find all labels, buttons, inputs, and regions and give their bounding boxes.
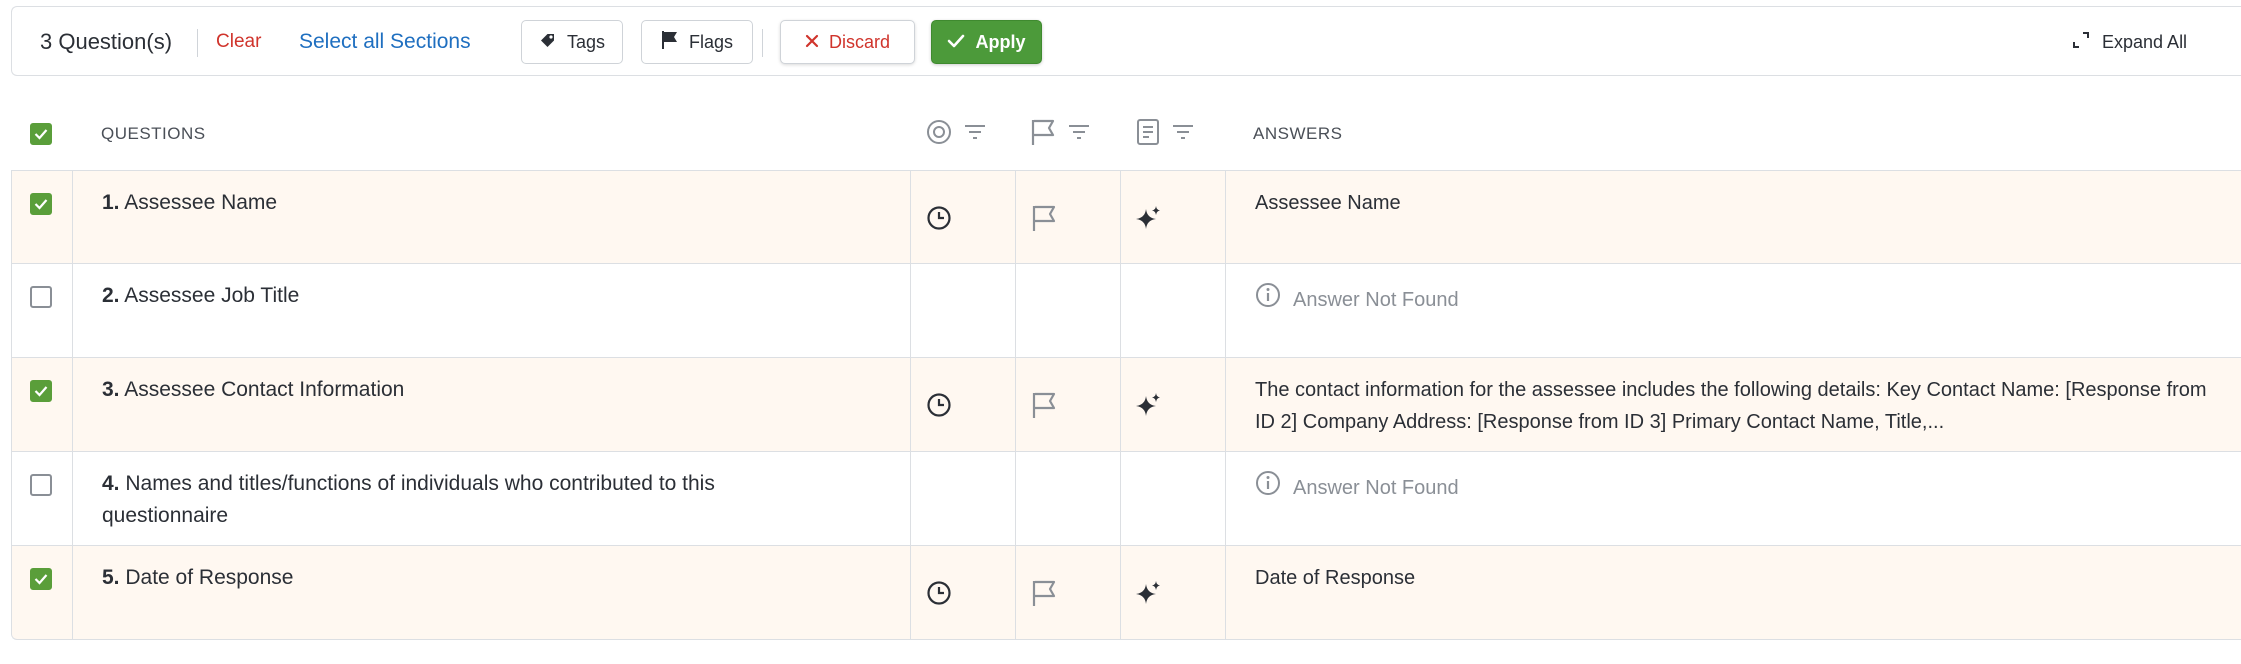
tag-icon xyxy=(539,31,557,54)
answer-text: Assessee Name xyxy=(1255,192,1401,214)
question-text: Assessee Name xyxy=(124,191,278,214)
answer-text: Date of Response xyxy=(1255,567,1416,589)
select-all-checkbox[interactable] xyxy=(30,123,52,145)
question-number: 1. xyxy=(102,191,120,214)
flags-button[interactable]: Flags xyxy=(641,20,753,64)
document-column-header[interactable] xyxy=(1136,110,1194,158)
flags-button-label: Flags xyxy=(688,31,733,52)
flag-outline-icon[interactable] xyxy=(1029,390,1059,420)
target-icon xyxy=(926,119,952,150)
close-icon xyxy=(805,32,819,53)
apply-button-label: Apply xyxy=(975,31,1026,52)
check-icon xyxy=(947,32,965,53)
clear-button[interactable]: Clear xyxy=(216,7,261,77)
question-number: 5. xyxy=(102,566,120,589)
divider xyxy=(197,29,198,57)
info-icon xyxy=(1255,470,1281,506)
question-text: Names and titles/functions of individual… xyxy=(102,472,715,527)
clock-icon[interactable] xyxy=(924,578,954,608)
row-checkbox[interactable] xyxy=(30,568,52,590)
flag-outline-icon[interactable] xyxy=(1029,578,1059,608)
flag-column-header[interactable] xyxy=(1030,110,1090,158)
discard-button[interactable]: Discard xyxy=(780,20,915,64)
question-text: Assessee Job Title xyxy=(124,284,300,307)
tags-button[interactable]: Tags xyxy=(521,20,623,64)
ai-sparkle-icon[interactable] xyxy=(1134,578,1164,608)
tags-button-label: Tags xyxy=(566,31,606,52)
status-column-header[interactable] xyxy=(926,110,986,158)
flag-icon xyxy=(661,30,679,55)
table-row[interactable]: 4. Names and titles/functions of individ… xyxy=(11,452,2241,546)
table-row[interactable]: 1. Assessee Name Assessee Name xyxy=(11,170,2241,264)
filter-icon[interactable] xyxy=(1068,124,1090,145)
ai-sparkle-icon[interactable] xyxy=(1134,203,1164,233)
question-number: 3. xyxy=(102,378,120,401)
expand-all-button[interactable]: Expand All xyxy=(2072,7,2187,77)
answer-not-found: Answer Not Found xyxy=(1255,282,2215,318)
ai-sparkle-icon[interactable] xyxy=(1134,390,1164,420)
row-checkbox[interactable] xyxy=(30,380,52,402)
row-checkbox[interactable] xyxy=(30,286,52,308)
divider xyxy=(762,29,763,57)
select-all-sections-link[interactable]: Select all Sections xyxy=(299,7,471,77)
row-checkbox[interactable] xyxy=(30,193,52,215)
filter-icon[interactable] xyxy=(964,124,986,145)
question-text: Date of Response xyxy=(125,566,294,589)
questions-table: 1. Assessee Name Assessee Name 2. Assess… xyxy=(11,170,2241,640)
flag-outline-icon xyxy=(1030,118,1056,151)
action-toolbar: 3 Question(s) Clear Select all Sections … xyxy=(11,6,2241,76)
answer-not-found: Answer Not Found xyxy=(1255,470,2215,506)
question-text: Assessee Contact Information xyxy=(124,378,405,401)
question-count: 3 Question(s) xyxy=(40,29,173,54)
info-icon xyxy=(1255,282,1281,318)
question-number: 2. xyxy=(102,284,120,307)
table-row[interactable]: 2. Assessee Job Title Answer Not Found xyxy=(11,264,2241,358)
row-checkbox[interactable] xyxy=(30,474,52,496)
apply-button[interactable]: Apply xyxy=(931,20,1042,64)
table-row[interactable]: 5. Date of Response Date of Response xyxy=(11,546,2241,640)
filter-icon[interactable] xyxy=(1172,124,1194,145)
discard-button-label: Discard xyxy=(828,31,890,52)
questions-column-header: QUESTIONS xyxy=(101,124,206,143)
answer-text: Answer Not Found xyxy=(1293,477,1459,499)
clock-icon[interactable] xyxy=(924,203,954,233)
answer-text: Answer Not Found xyxy=(1293,289,1459,311)
question-number: 4. xyxy=(102,472,120,495)
flag-outline-icon[interactable] xyxy=(1029,203,1059,233)
expand-all-label: Expand All xyxy=(2102,31,2188,52)
document-icon xyxy=(1136,118,1160,151)
answer-text: The contact information for the assessee… xyxy=(1255,379,2207,433)
table-row[interactable]: 3. Assessee Contact Information The cont… xyxy=(11,358,2241,452)
answers-column-header: ANSWERS xyxy=(1253,124,1343,143)
expand-icon xyxy=(2072,31,2090,54)
clock-icon[interactable] xyxy=(924,390,954,420)
